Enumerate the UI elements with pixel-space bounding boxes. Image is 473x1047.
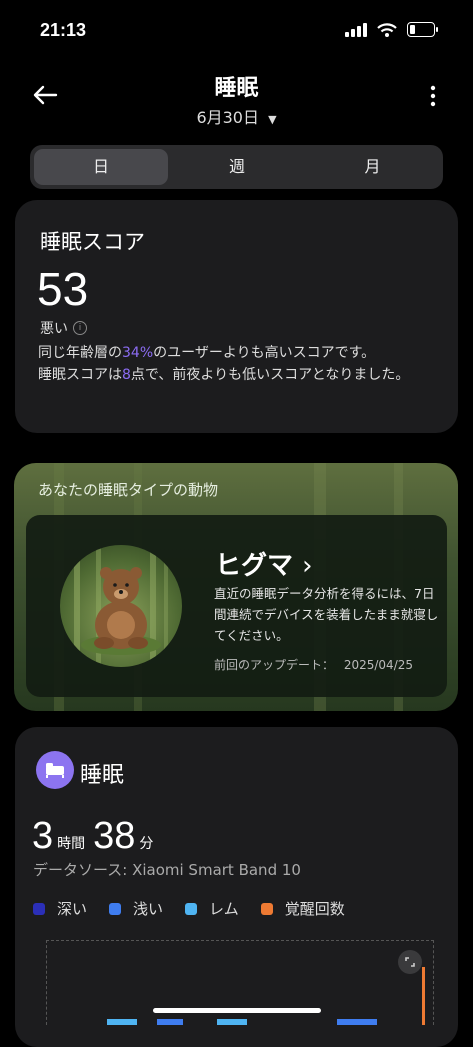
- status-time: 21:13: [40, 20, 87, 40]
- info-icon[interactable]: i: [73, 321, 87, 335]
- updated-date: 2025/04/25: [343, 658, 414, 672]
- page-title: 睡眠: [214, 76, 259, 101]
- score-description: 同じ年齢層の34%のユーザーよりも高いスコアです。 睡眠スコアは8点で、前夜より…: [38, 342, 448, 386]
- chevron-right-icon: ›: [302, 551, 313, 581]
- animal-updated: 前回のアップデート： 2025/04/25: [214, 656, 413, 673]
- score-desc-text: 同じ年齢層の: [38, 345, 122, 361]
- score-diff-value: 8: [122, 367, 131, 383]
- score-desc-text: 点で、前夜よりも低いスコアとなりました。: [130, 367, 410, 383]
- bed-icon: [36, 751, 74, 789]
- more-options-icon[interactable]: [429, 84, 437, 108]
- score-title: 睡眠スコア: [40, 230, 145, 254]
- hours-unit: 時間: [57, 835, 86, 851]
- legend-swatch: [109, 902, 122, 915]
- battery-icon: [407, 22, 438, 37]
- expand-chart-icon[interactable]: [398, 950, 422, 974]
- caret-down-icon: ▼: [268, 113, 277, 126]
- wifi-icon: [377, 22, 397, 37]
- legend-swatch: [33, 902, 45, 915]
- home-indicator: [153, 1008, 321, 1013]
- status-icons: [345, 22, 438, 37]
- legend-label: 浅い: [133, 900, 164, 918]
- signal-icon: [345, 22, 367, 37]
- duration-hours: 3: [32, 815, 54, 857]
- animal-name: ヒグマ: [215, 551, 294, 581]
- tab-day[interactable]: 日: [34, 149, 168, 185]
- legend-deep: 深い: [33, 898, 87, 919]
- legend-label: 覚醒回数: [284, 900, 345, 918]
- score-level: 悪い i: [40, 318, 87, 338]
- score-level-label: 悪い: [40, 321, 68, 337]
- period-segmented-control: 日 週 月: [30, 145, 443, 189]
- updated-label: 前回のアップデート：: [214, 658, 335, 672]
- brown-bear-illustration: [60, 545, 182, 667]
- sleep-stage-legend: 深い 浅い レム 覚醒回数: [33, 898, 345, 919]
- animal-description: 直近の睡眠データ分析を得るには、7日間連続でデバイスを装着したまま就寝してくださ…: [214, 586, 439, 643]
- legend-swatch: [260, 902, 273, 915]
- score-value: 53: [37, 263, 89, 315]
- legend-label: レム: [209, 900, 239, 918]
- legend-awake: 覚醒回数: [260, 898, 345, 919]
- date-label: 6月30日: [196, 108, 259, 127]
- legend-light: 浅い: [109, 898, 163, 919]
- minutes-unit: 分: [139, 835, 154, 851]
- duration-minutes: 38: [93, 815, 136, 857]
- animal-card-heading: あなたの睡眠タイプの動物: [38, 481, 219, 499]
- data-source: データソース: Xiaomi Smart Band 10: [33, 861, 301, 879]
- legend-swatch: [185, 902, 198, 915]
- percentile-value: 34%: [122, 345, 154, 361]
- score-desc-text: 睡眠スコアは: [38, 367, 122, 383]
- legend-rem: レム: [185, 898, 239, 919]
- tab-week[interactable]: 週: [170, 149, 304, 185]
- score-desc-text: のユーザーよりも高いスコアです。: [153, 345, 376, 361]
- tab-month[interactable]: 月: [306, 149, 439, 185]
- sleep-title: 睡眠: [80, 763, 125, 788]
- legend-label: 深い: [57, 900, 88, 918]
- date-selector[interactable]: 6月30日 ▼: [0, 104, 473, 128]
- sleep-duration: 3 時間 38 分: [32, 815, 161, 858]
- animal-name-link[interactable]: ヒグマ ›: [215, 545, 312, 582]
